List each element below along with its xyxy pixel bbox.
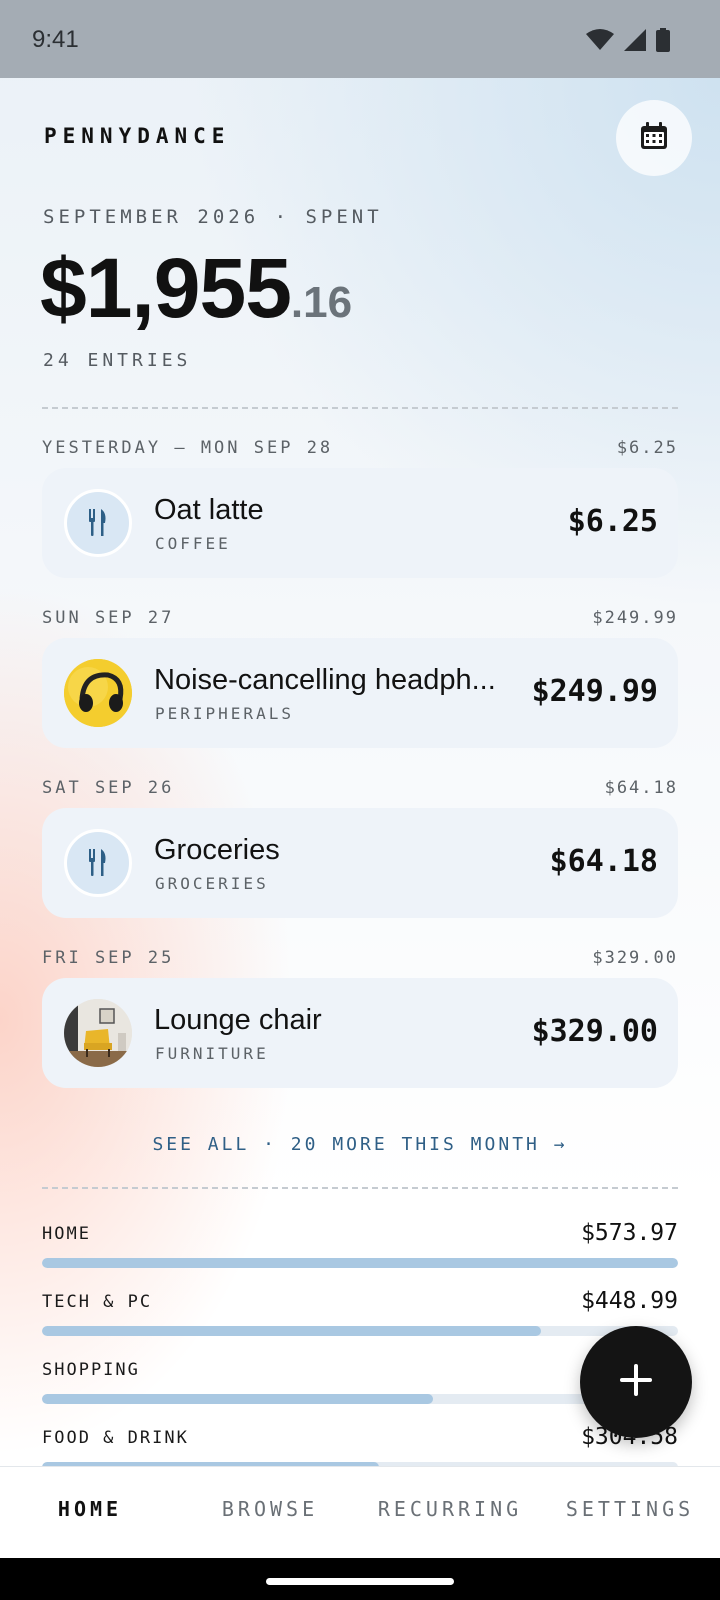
day-date: SAT SEP 26	[42, 778, 175, 798]
fork-knife-icon	[64, 489, 132, 557]
home-indicator[interactable]	[266, 1578, 454, 1585]
total-cents: .16	[290, 278, 353, 327]
transaction-card[interactable]: Noise-cancelling headph... PERIPHERALS $…	[42, 638, 678, 748]
transaction-amount: $6.25	[567, 504, 658, 539]
day-total: $64.18	[604, 778, 678, 798]
transaction-category: GROCERIES	[155, 874, 269, 893]
status-icons	[586, 28, 670, 56]
battery-icon	[656, 28, 670, 56]
calendar-icon	[639, 121, 669, 155]
transaction-amount: $64.18	[549, 844, 658, 879]
nav-recurring[interactable]: RECURRING	[360, 1497, 540, 1521]
day-total: $249.99	[592, 608, 678, 628]
transaction-card[interactable]: Groceries GROCERIES $64.18	[42, 808, 678, 918]
period-label: SEPTEMBER 2026 · SPENT	[43, 206, 383, 228]
entries-count: 24 ENTRIES	[43, 350, 192, 371]
category-amount: $573.97	[581, 1220, 678, 1246]
calendar-button[interactable]	[616, 100, 692, 176]
day-total: $329.00	[592, 948, 678, 968]
status-time: 9:41	[32, 26, 79, 53]
day-total: $6.25	[616, 438, 678, 458]
category-bar	[42, 1326, 678, 1336]
day-header: SUN SEP 27 $249.99	[42, 608, 678, 628]
transaction-category: FURNITURE	[155, 1044, 269, 1063]
wifi-icon	[586, 29, 614, 55]
category-label: TECH & PC	[42, 1292, 153, 1312]
transaction-name: Noise-cancelling headph...	[154, 664, 496, 696]
day-date: YESTERDAY — MON SEP 28	[42, 438, 334, 458]
category-bar-fill	[42, 1394, 434, 1404]
bottom-nav: HOME BROWSE RECURRING SETTINGS	[0, 1466, 720, 1558]
plus-icon	[618, 1362, 654, 1402]
divider	[42, 1187, 678, 1189]
transaction-card[interactable]: Oat latte COFFEE $6.25	[42, 468, 678, 578]
category-label: SHOPPING	[42, 1360, 140, 1380]
day-header: FRI SEP 25 $329.00	[42, 948, 678, 968]
transaction-name: Oat latte	[154, 494, 264, 526]
status-bar: 9:41	[0, 0, 720, 78]
day-date: SUN SEP 27	[42, 608, 175, 628]
transaction-name: Lounge chair	[154, 1004, 322, 1036]
transaction-category: PERIPHERALS	[155, 704, 294, 723]
transaction-amount: $329.00	[531, 1014, 658, 1049]
day-header: YESTERDAY — MON SEP 28 $6.25	[42, 438, 678, 458]
signal-icon	[624, 29, 646, 55]
category-bar	[42, 1258, 678, 1268]
category-amount: $448.99	[581, 1288, 678, 1314]
nav-browse[interactable]: BROWSE	[180, 1497, 360, 1521]
app-title: PENNYDANCE	[44, 124, 231, 148]
total-dollars: $1,955	[40, 241, 292, 335]
divider	[42, 407, 678, 409]
transaction-amount: $249.99	[531, 674, 658, 709]
add-entry-button[interactable]	[580, 1326, 692, 1438]
total-spent: $1,955.16	[40, 240, 352, 337]
category-bar-fill	[42, 1258, 678, 1268]
day-header: SAT SEP 26 $64.18	[42, 778, 678, 798]
headphones-photo	[64, 659, 132, 727]
day-date: FRI SEP 25	[42, 948, 175, 968]
category-label: FOOD & DRINK	[42, 1428, 189, 1448]
chair-photo	[64, 999, 132, 1067]
fork-knife-icon	[64, 829, 132, 897]
see-all-link[interactable]: SEE ALL · 20 MORE THIS MONTH →	[0, 1134, 720, 1155]
nav-home[interactable]: HOME	[0, 1497, 180, 1521]
nav-settings[interactable]: SETTINGS	[540, 1497, 720, 1521]
transaction-card[interactable]: Lounge chair FURNITURE $329.00	[42, 978, 678, 1088]
category-label: HOME	[42, 1224, 91, 1244]
category-bar-fill	[42, 1326, 541, 1336]
transaction-name: Groceries	[154, 834, 280, 866]
transaction-category: COFFEE	[155, 534, 231, 553]
